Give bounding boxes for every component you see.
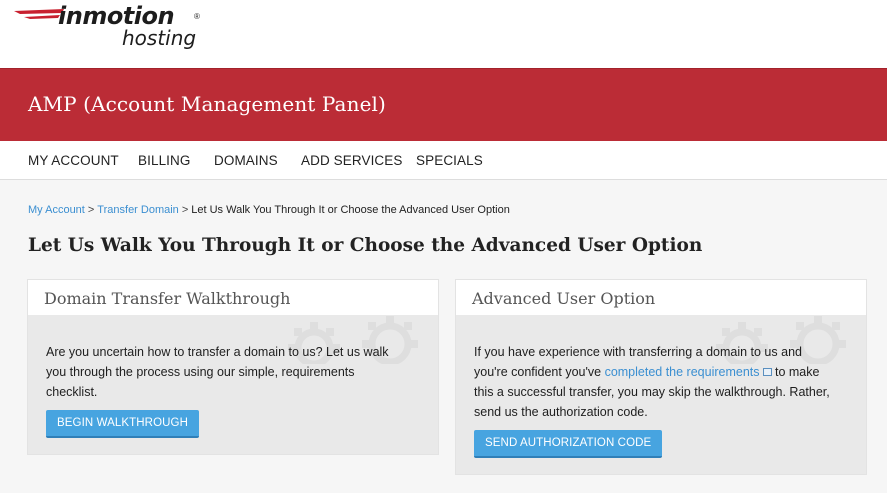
nav-item-domains[interactable]: DOMAINS <box>214 153 278 168</box>
main-nav: MY ACCOUNT BILLING DOMAINS ADD SERVICES … <box>0 141 887 180</box>
nav-item-specials[interactable]: SPECIALS <box>416 153 483 168</box>
card-text-line: checklist. <box>46 385 98 399</box>
header-banner: AMP (Account Management Panel) <box>0 68 887 141</box>
breadcrumb-separator: > <box>87 204 95 216</box>
card-text-line: send us the authorization code. <box>474 405 648 419</box>
page-title: Let Us Walk You Through It or Choose the… <box>28 235 703 256</box>
external-link-icon <box>762 368 772 376</box>
nav-item-billing[interactable]: BILLING <box>138 153 190 168</box>
completed-requirements-link[interactable]: completed the requirements <box>605 365 760 379</box>
card-title: Domain Transfer Walkthrough <box>44 289 291 308</box>
breadcrumb-my-account[interactable]: My Account <box>28 204 85 216</box>
send-authorization-code-button[interactable]: SEND AUTHORIZATION CODE <box>474 430 663 458</box>
card-title: Advanced User Option <box>472 289 656 308</box>
card-description: Are you uncertain how to transfer a doma… <box>46 342 389 402</box>
logo-bar: inmotion ® hosting <box>0 0 887 68</box>
inmotion-hosting-logo[interactable]: inmotion ® hosting <box>14 2 214 58</box>
breadcrumb-current: Let Us Walk You Through It or Choose the… <box>191 204 510 216</box>
card-description: If you have experience with transferring… <box>474 342 830 422</box>
nav-item-add-services[interactable]: ADD SERVICES <box>301 153 402 168</box>
card-text-line: If you have experience with transferring… <box>474 345 802 359</box>
logo-sub-text: hosting <box>122 26 197 50</box>
advanced-user-card: Advanced User Option If you have experie… <box>455 279 867 475</box>
card-text-fragment: you're confident you've <box>474 365 605 379</box>
card-text-line: Are you uncertain how to transfer a doma… <box>46 345 389 359</box>
card-text-line: you're confident you've completed the re… <box>474 362 830 382</box>
banner-title: AMP (Account Management Panel) <box>28 92 386 116</box>
card-text-fragment: to make <box>771 365 820 379</box>
card-text-line: you through the process using our simple… <box>46 365 355 379</box>
begin-walkthrough-button[interactable]: BEGIN WALKTHROUGH <box>46 410 199 438</box>
walkthrough-card: Domain Transfer Walkthrough Are you unce… <box>27 279 439 455</box>
card-text-line: this a successful transfer, you may skip… <box>474 385 830 399</box>
breadcrumb-transfer-domain[interactable]: Transfer Domain <box>97 204 179 216</box>
breadcrumb-separator: > <box>181 204 189 216</box>
card-header: Advanced User Option <box>456 280 866 315</box>
nav-item-my-account[interactable]: MY ACCOUNT <box>28 153 119 168</box>
card-header: Domain Transfer Walkthrough <box>28 280 438 315</box>
breadcrumb: My Account > Transfer Domain > Let Us Walk Y… <box>28 204 510 216</box>
logo-registered-mark: ® <box>194 12 200 21</box>
